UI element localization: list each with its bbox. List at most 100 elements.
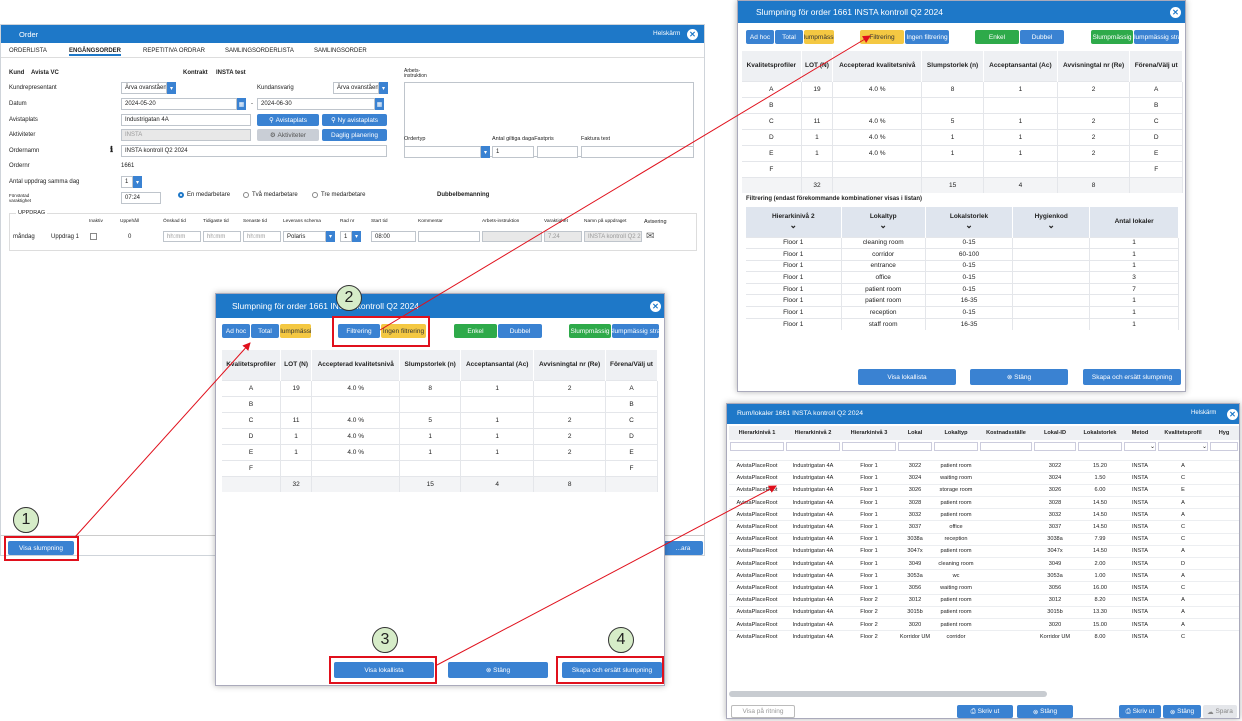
rooms-row[interactable]: AvistaPlaceRoot Industrigatan 4A Floor 2 Ko… — [729, 630, 1239, 643]
chevron-down-icon[interactable]: ⌄ — [748, 220, 839, 231]
rooms-row[interactable]: AvistaPlaceRoot Industrigatan 4A Floor 1 30… — [729, 556, 1239, 570]
stang-button[interactable]: ⊗ Stäng — [448, 662, 548, 678]
total-button[interactable]: Total — [251, 324, 279, 338]
order-fullscreen-link[interactable]: Helskärm — [653, 30, 680, 37]
rad-select[interactable]: 1 — [340, 231, 352, 242]
table-row[interactable]: BB — [222, 395, 659, 412]
total-button[interactable]: Total — [775, 30, 803, 44]
tidigaste-input[interactable]: hh:mm — [203, 231, 241, 242]
slumpmassig-button[interactable]: Slumpmässig — [569, 324, 611, 338]
rooms-row[interactable]: AvistaPlaceRoot Industrigatan 4A Floor 1 30… — [729, 459, 1239, 473]
stang-button[interactable]: ⊗ Stäng — [970, 369, 1068, 385]
rooms-column-header[interactable]: Lokal — [897, 426, 933, 440]
enkel-button[interactable]: Enkel — [454, 324, 497, 338]
rooms-filter-input[interactable] — [730, 441, 784, 451]
table-row[interactable]: FF — [222, 459, 659, 476]
chevron-down-icon[interactable]: ▾ — [379, 82, 388, 94]
datum-to-input[interactable]: 2024-06-30 — [257, 98, 375, 110]
chevron-down-icon[interactable]: ⌄ — [1015, 220, 1087, 231]
rooms-fullscreen-link[interactable]: Helskärm — [1191, 410, 1216, 416]
ny-avistaplats-button[interactable]: ⚲ Ny avistaplats — [322, 114, 387, 126]
rooms-filter-input[interactable] — [786, 441, 840, 451]
kundrep-select[interactable]: Ärva ovanstående — [121, 82, 167, 94]
rooms-row[interactable]: AvistaPlaceRoot Industrigatan 4A Floor 1 30… — [729, 496, 1239, 509]
rooms-row[interactable]: AvistaPlaceRoot Industrigatan 4A Floor 1 30… — [729, 508, 1239, 521]
rooms-row[interactable]: AvistaPlaceRoot Industrigatan 4A Floor 1 30… — [729, 544, 1239, 558]
slumpmassig-button[interactable]: Slumpmässig — [1091, 30, 1133, 44]
filter-column-header[interactable]: Hygienkod ⌄ — [1012, 207, 1091, 237]
rooms-row[interactable]: AvistaPlaceRoot Industrigatan 4A Floor 1 30… — [729, 532, 1239, 546]
rooms-filter-input[interactable] — [1078, 441, 1122, 451]
rooms-filter-input[interactable] — [980, 441, 1032, 451]
fastpris-input[interactable] — [537, 146, 578, 158]
radio-tva[interactable] — [243, 192, 249, 198]
skapa-button[interactable]: Skapa och ersätt slumpning — [1083, 369, 1181, 385]
slumpmassig-mode-button[interactable]: Slumpmässig — [280, 324, 311, 338]
rooms-filter-input[interactable] — [934, 441, 978, 451]
spara-button[interactable]: ☁ Spara — [1203, 705, 1237, 718]
filtrering-button[interactable]: Filtrering — [860, 30, 904, 44]
slumpmassig-mode-button[interactable]: Slumpmässig — [804, 30, 834, 44]
rooms-column-header[interactable]: Lokalstorlek — [1077, 426, 1123, 440]
rooms-row[interactable]: AvistaPlaceRoot Industrigatan 4A Floor 2 30… — [729, 605, 1239, 619]
rooms-column-header[interactable]: Lokal-ID — [1033, 426, 1077, 440]
close-icon[interactable]: ✕ — [687, 29, 698, 40]
chevron-down-icon[interactable]: ⌄ — [844, 220, 923, 231]
rooms-column-header[interactable]: Hierarkinivå 3 — [841, 426, 897, 440]
rooms-row[interactable]: AvistaPlaceRoot Industrigatan 4A Floor 2 30… — [729, 593, 1239, 607]
senaste-input[interactable]: hh:mm — [243, 231, 281, 242]
inaktiv-checkbox[interactable] — [90, 233, 97, 240]
ordernamn-input[interactable]: INSTA kontroll Q2 2024 — [121, 145, 387, 157]
rooms-column-header[interactable]: Hyg — [1209, 426, 1239, 440]
radio-tre[interactable] — [312, 192, 318, 198]
visa-pa-ritning-button[interactable]: Visa på ritning — [731, 705, 795, 718]
rooms-column-header[interactable]: Hierarkinivå 1 — [729, 426, 785, 440]
rooms-row[interactable]: AvistaPlaceRoot Industrigatan 4A Floor 1 30… — [729, 581, 1239, 595]
filter-column-header[interactable]: Hierarkinivå 2 ⌄ — [746, 207, 842, 237]
table-row[interactable]: BB — [742, 96, 1183, 113]
tab-orderlista[interactable]: ORDERLISTA — [9, 48, 47, 54]
rooms-column-header[interactable]: Kostnadsställe — [979, 426, 1033, 440]
rooms-filter-input[interactable] — [1034, 441, 1076, 451]
table-row[interactable]: FF — [742, 160, 1183, 177]
close-icon[interactable]: ✕ — [1227, 409, 1238, 420]
rooms-column-header[interactable]: Lokaltyp — [933, 426, 979, 440]
adhoc-button[interactable]: Ad hoc — [746, 30, 774, 44]
rooms-row[interactable]: AvistaPlaceRoot Industrigatan 4A Floor 1 30… — [729, 569, 1239, 582]
table-row[interactable]: D 1 4.0 % 1 1 2 D — [222, 427, 659, 444]
chevron-down-icon[interactable]: ▾ — [167, 82, 176, 94]
kundansvarig-select[interactable]: Ärva ovanstående — [333, 82, 379, 94]
faktura-input[interactable] — [581, 146, 694, 158]
rooms-filter-input[interactable]: ⌄ — [1158, 441, 1208, 451]
filter-column-header[interactable]: Lokalstorlek ⌄ — [925, 207, 1014, 237]
horizontal-scrollbar[interactable] — [729, 691, 1047, 697]
rooms-row[interactable]: AvistaPlaceRoot Industrigatan 4A Floor 1 30… — [729, 520, 1239, 534]
rooms-filter-input[interactable]: ⌄ — [1124, 441, 1156, 451]
avistaplats-input[interactable]: Industrigatan 4A — [121, 114, 251, 126]
table-row[interactable]: C 11 4.0 % 5 1 2 C — [742, 112, 1183, 129]
table-row[interactable]: E 1 4.0 % 1 1 2 E — [222, 443, 659, 460]
rooms-filter-input[interactable] — [1210, 441, 1238, 451]
rooms-filter-input[interactable] — [898, 441, 932, 451]
tab-samlingsorder[interactable]: SAMLINGSORDER — [314, 48, 367, 54]
envelope-icon[interactable]: ✉ — [646, 231, 654, 242]
rooms-row[interactable]: AvistaPlaceRoot Industrigatan 4A Floor 1 30… — [729, 483, 1239, 497]
tab-samlingsorderlista[interactable]: SAMLINGSORDERLISTA — [225, 48, 294, 54]
dubbel-button[interactable]: Dubbel — [498, 324, 542, 338]
table-row[interactable]: A 19 4.0 % 8 1 2 A — [222, 379, 659, 396]
chevron-down-icon[interactable]: ▾ — [326, 231, 335, 242]
chevron-down-icon[interactable]: ▾ — [133, 176, 142, 188]
rooms-row[interactable]: AvistaPlaceRoot Industrigatan 4A Floor 2 30… — [729, 617, 1239, 631]
calendar-icon[interactable]: ▦ — [237, 98, 246, 110]
rooms-row[interactable]: AvistaPlaceRoot Industrigatan 4A Floor 1 30… — [729, 471, 1239, 485]
forvantad-input[interactable]: 07:24 — [121, 192, 161, 204]
avistaplats-button[interactable]: ⚲ Avistaplats — [257, 114, 319, 126]
dubbel-button[interactable]: Dubbel — [1020, 30, 1064, 44]
visa-lokallista-button[interactable]: Visa lokallista — [858, 369, 956, 385]
table-row[interactable]: A 19 4.0 % 8 1 2 A — [742, 80, 1183, 97]
table-row[interactable]: D 1 4.0 % 1 1 2 D — [742, 128, 1183, 145]
close-icon[interactable]: ✕ — [650, 301, 661, 312]
stang-button-2[interactable]: ⊗ Stäng — [1163, 705, 1201, 718]
datum-from-input[interactable]: 2024-05-20 — [121, 98, 237, 110]
onskad-input[interactable]: hh:mm — [163, 231, 201, 242]
